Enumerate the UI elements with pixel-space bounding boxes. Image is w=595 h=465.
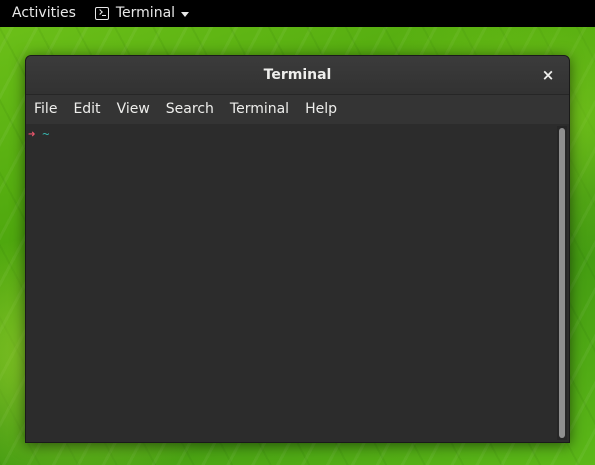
app-menu-label: Terminal (115, 5, 176, 21)
prompt-cwd: ~ (42, 127, 50, 141)
menu-view[interactable]: View (109, 95, 158, 124)
terminal-icon (94, 7, 109, 20)
menu-search[interactable]: Search (158, 95, 222, 124)
app-menu-button[interactable]: Terminal (94, 0, 190, 27)
menu-edit[interactable]: Edit (65, 95, 108, 124)
close-button[interactable]: × (538, 65, 558, 85)
top-bar: Activities Terminal (0, 0, 595, 27)
terminal-window: Terminal × File Edit View Search Termina… (25, 55, 570, 443)
activities-button[interactable]: Activities (0, 0, 87, 27)
window-titlebar[interactable]: Terminal × (26, 56, 569, 95)
shell-prompt: ➜ ~ (28, 127, 49, 142)
terminal-area[interactable]: ➜ ~ (26, 124, 569, 442)
menu-bar: File Edit View Search Terminal Help (26, 95, 569, 125)
menu-terminal[interactable]: Terminal (222, 95, 297, 124)
menu-help[interactable]: Help (297, 95, 345, 124)
window-title: Terminal (263, 67, 332, 83)
prompt-arrow-icon: ➜ (28, 127, 36, 141)
scrollbar[interactable] (557, 126, 567, 440)
scrollbar-thumb[interactable] (559, 128, 565, 438)
menu-file[interactable]: File (26, 95, 65, 124)
chevron-down-icon (181, 11, 190, 17)
